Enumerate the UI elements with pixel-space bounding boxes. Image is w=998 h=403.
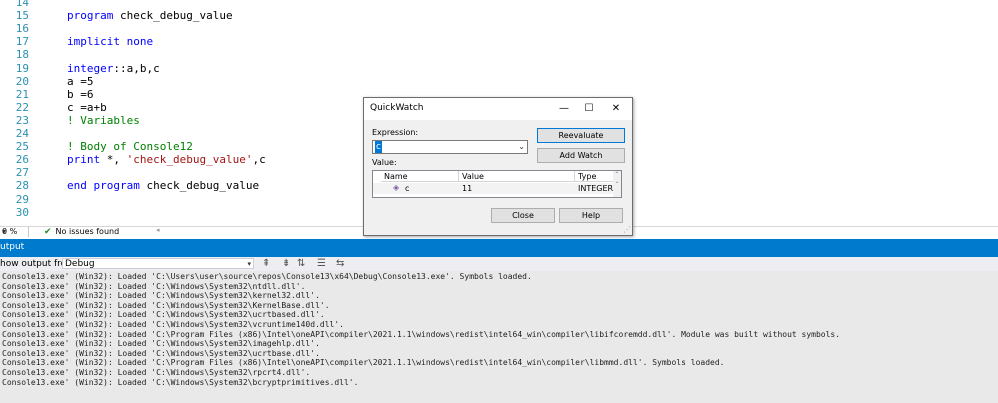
grid-scrollbar[interactable]: ⌃ ⌄ — [613, 171, 621, 197]
column-header-type[interactable]: Type — [575, 171, 615, 182]
log-line: Console13.exe' (Win32): Loaded 'C:\Windo… — [2, 348, 320, 358]
row-name: c — [405, 184, 410, 193]
output-panel-header: utput — [0, 239, 998, 257]
zoom-dropdown[interactable]: 0 % ▾ — [0, 227, 29, 237]
close-button[interactable]: Close — [491, 208, 555, 223]
log-line: Console13.exe' (Win32): Loaded 'C:\Users… — [2, 272, 532, 281]
check-circle-icon: ✔ — [44, 227, 52, 237]
word-wrap-icon[interactable]: ⇆ — [336, 258, 344, 269]
add-watch-button[interactable]: Add Watch — [537, 148, 625, 163]
find-icon[interactable]: ⇅ — [297, 258, 305, 269]
output-source-value: Debug — [65, 259, 95, 269]
reevaluate-button[interactable]: Reevaluate — [537, 128, 625, 143]
table-row[interactable]: ◈ c 11 INTEGER... — [373, 183, 620, 194]
chevron-down-icon[interactable]: ⌄ — [518, 141, 525, 153]
log-line: Console13.exe' (Win32): Loaded 'C:\Windo… — [2, 310, 325, 320]
variable-icon: ◈ — [393, 183, 400, 192]
dialog-titlebar[interactable]: QuickWatch — ☐ ✕ — [364, 98, 632, 120]
goto-next-icon[interactable]: ⇟ — [282, 258, 290, 269]
watch-grid[interactable]: Name Value Type ◈ c 11 INTEGER... ⌃ ⌄ — [372, 170, 622, 198]
output-log[interactable]: Console13.exe' (Win32): Loaded 'C:\Users… — [0, 271, 998, 403]
issues-indicator[interactable]: ✔ No issues found — [44, 227, 119, 237]
row-value[interactable]: 11 — [462, 183, 472, 194]
chevron-down-icon: ▾ — [247, 260, 251, 268]
clear-all-icon[interactable]: ☰ — [317, 258, 326, 269]
log-line: Console13.exe' (Win32): Loaded 'C:\Progr… — [2, 329, 841, 339]
line-number: 30 — [15, 205, 29, 219]
expression-value: c — [375, 141, 382, 153]
value-label: Value: — [372, 158, 397, 167]
quickwatch-dialog: QuickWatch — ☐ ✕ Expression: c ⌄ Reevalu… — [363, 97, 633, 236]
output-toolbar: how output from: Debug ▾ ⇞ ⇟ ⇅ ☰ ⇆ — [0, 257, 998, 272]
chevron-down-icon: ▾ — [2, 227, 7, 236]
expression-label: Expression: — [372, 128, 419, 137]
minimize-icon[interactable]: — — [552, 101, 576, 117]
log-line: Console13.exe' (Win32): Loaded 'C:\Windo… — [2, 320, 344, 329]
scroll-left-icon[interactable]: ◂ — [156, 226, 160, 234]
resize-grip-icon[interactable]: ⋰ — [623, 225, 631, 234]
log-line: Console13.exe' (Win32): Loaded 'C:\Windo… — [2, 368, 311, 377]
output-panel-title: utput — [0, 242, 25, 252]
log-line: Console13.exe' (Win32): Loaded 'C:\Progr… — [2, 358, 725, 368]
help-button[interactable]: Help — [559, 208, 623, 223]
log-line: Console13.exe' (Win32): Loaded 'C:\Windo… — [2, 281, 306, 291]
maximize-icon[interactable]: ☐ — [577, 101, 601, 117]
column-header-name[interactable]: Name — [381, 171, 459, 182]
close-icon[interactable]: ✕ — [604, 101, 628, 117]
expression-input[interactable]: c ⌄ — [372, 140, 528, 154]
issues-text: No issues found — [55, 227, 120, 236]
log-line: Console13.exe' (Win32): Loaded 'C:\Windo… — [2, 291, 320, 301]
log-line: Console13.exe' (Win32): Loaded 'C:\Windo… — [2, 377, 359, 387]
output-source-select[interactable]: Debug ▾ — [62, 258, 254, 269]
column-header-value[interactable]: Value — [459, 171, 575, 182]
goto-previous-icon[interactable]: ⇞ — [262, 258, 270, 269]
log-line: Console13.exe' (Win32): Loaded 'C:\Windo… — [2, 300, 330, 310]
dialog-title: QuickWatch — [370, 103, 424, 113]
log-line: Console13.exe' (Win32): Loaded 'C:\Windo… — [2, 339, 320, 349]
